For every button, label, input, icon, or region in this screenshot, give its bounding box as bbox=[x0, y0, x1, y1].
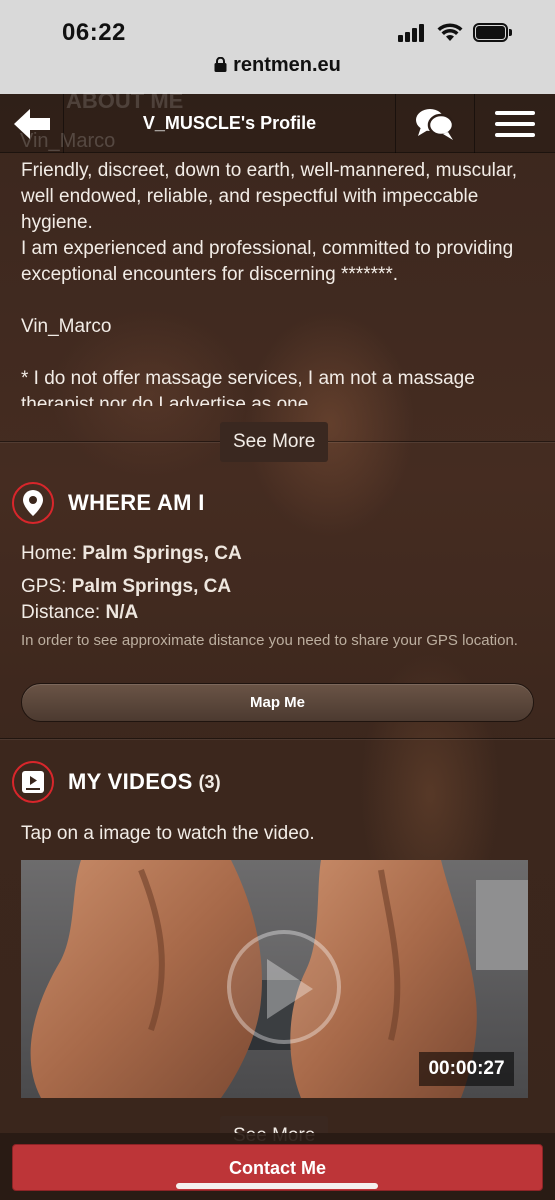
about-text: Friendly, discreet, down to earth, well-… bbox=[21, 158, 536, 406]
about-paragraph: Friendly, discreet, down to earth, well-… bbox=[21, 160, 517, 233]
menu-button[interactable] bbox=[475, 94, 555, 153]
video-icon bbox=[12, 761, 54, 803]
distance-label: Distance: bbox=[21, 602, 101, 623]
distance-value: N/A bbox=[105, 602, 139, 623]
distance-row: Distance: N/A bbox=[21, 602, 138, 624]
about-signature: Vin_Marco bbox=[21, 316, 112, 337]
my-videos-heading: MY VIDEOS (3) bbox=[12, 761, 221, 803]
cellular-signal-icon bbox=[398, 24, 428, 42]
home-location-row: Home: Palm Springs, CA bbox=[21, 543, 242, 565]
about-disclaimer: * I do not offer massage services, I am … bbox=[21, 368, 475, 406]
url-text: rentmen.eu bbox=[233, 54, 341, 76]
video-count: (3) bbox=[198, 771, 221, 792]
home-value: Palm Springs, CA bbox=[82, 543, 242, 564]
chat-button[interactable] bbox=[395, 94, 475, 153]
chat-bubbles-icon bbox=[416, 108, 455, 140]
where-am-i-heading: WHERE AM I bbox=[12, 482, 205, 524]
back-button[interactable] bbox=[0, 94, 64, 153]
divider bbox=[0, 739, 555, 740]
address-bar[interactable]: rentmen.eu bbox=[0, 54, 555, 77]
home-indicator[interactable] bbox=[176, 1183, 378, 1189]
status-time: 06:22 bbox=[62, 19, 126, 46]
gps-value: Palm Springs, CA bbox=[71, 576, 232, 597]
location-pin-icon bbox=[12, 482, 54, 524]
top-navigation: ABOUT ME Vin_Marco V_MUSCLE's Profile bbox=[0, 88, 555, 153]
status-bar: 06:22 rentmen.eu bbox=[0, 0, 555, 94]
page-title: V_MUSCLE's Profile bbox=[142, 113, 317, 133]
lock-icon bbox=[214, 57, 227, 72]
hamburger-menu-icon bbox=[495, 110, 535, 137]
battery-icon bbox=[473, 23, 513, 43]
play-icon bbox=[267, 959, 313, 1019]
video-instructions: Tap on a image to watch the video. bbox=[21, 823, 315, 844]
back-arrow-icon bbox=[13, 108, 50, 139]
gps-share-note: In order to see approximate distance you… bbox=[21, 632, 518, 649]
map-me-button[interactable]: Map Me bbox=[21, 683, 534, 722]
wifi-icon bbox=[437, 23, 463, 41]
section-title: MY VIDEOS bbox=[68, 769, 193, 794]
gps-location-row: GPS: Palm Springs, CA bbox=[21, 576, 231, 598]
about-see-more-button[interactable]: See More bbox=[220, 422, 329, 462]
about-paragraph: I am experienced and professional, commi… bbox=[21, 238, 514, 285]
gps-label: GPS: bbox=[21, 576, 67, 597]
home-label: Home: bbox=[21, 543, 77, 564]
video-duration: 00:00:27 bbox=[419, 1052, 514, 1086]
video-thumbnail[interactable]: 00:00:27 bbox=[21, 860, 528, 1098]
section-title: WHERE AM I bbox=[68, 490, 205, 515]
